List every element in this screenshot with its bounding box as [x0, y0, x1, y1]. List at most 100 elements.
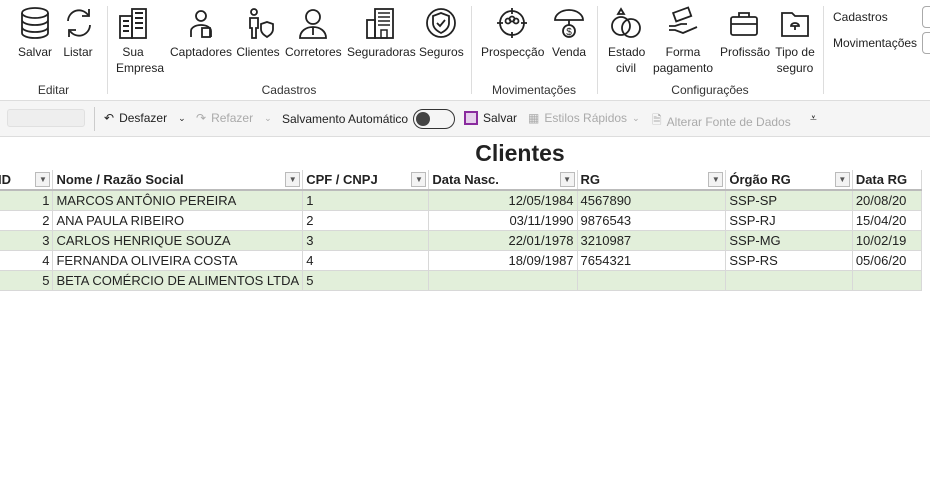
column-header[interactable]: CPF / CNPJ ▼: [302, 170, 430, 191]
column-header[interactable]: RG ▼: [577, 170, 727, 191]
ribbon-button-tipo-de-seguro[interactable]: Tipo de seguro: [775, 6, 815, 76]
filter-dropdown-icon[interactable]: ▼: [834, 172, 850, 187]
table-cell[interactable]: MARCOS ANTÔNIO PEREIRA: [52, 190, 304, 211]
filter-dropdown-icon[interactable]: ▼: [285, 172, 301, 187]
table-cell[interactable]: SSP-RJ: [725, 210, 853, 231]
name-box[interactable]: [7, 109, 85, 127]
ribbon-button-label: Seguradoras: [347, 45, 416, 59]
target-group-icon: [497, 8, 527, 38]
ribbon-button-forma-pagamento[interactable]: Forma pagamento: [652, 6, 714, 76]
table-cell[interactable]: SSP-MG: [725, 230, 853, 251]
table-row: 5 BETA COMÉRCIO DE ALIMENTOS LTDA 5: [0, 270, 923, 291]
ribbon-button-venda[interactable]: $ Venda: [552, 6, 586, 60]
table-cell[interactable]: [852, 270, 923, 291]
column-header[interactable]: Data RG: [852, 170, 923, 191]
autosave-toggle[interactable]: [413, 109, 456, 129]
table-cell[interactable]: 20/08/20: [852, 190, 923, 211]
table-cell[interactable]: SSP-SP: [725, 190, 853, 211]
table-cell[interactable]: 10/02/19: [852, 230, 923, 251]
table-cell[interactable]: FERNANDA OLIVEIRA COSTA: [52, 250, 304, 271]
table-cell[interactable]: 4: [0, 250, 54, 271]
ribbon-button-prospecção[interactable]: Prospecção: [481, 6, 544, 60]
table-cell[interactable]: 12/05/1984: [428, 190, 578, 211]
table-cell[interactable]: 03/11/1990: [428, 210, 578, 231]
ribbon-button-sua-empresa[interactable]: Sua Empresa: [116, 6, 164, 76]
ribbon-button-listar[interactable]: Listar: [62, 6, 94, 60]
table-cell[interactable]: [577, 270, 727, 291]
more-options-icon[interactable]: ⩡: [810, 111, 817, 126]
ribbon-button-label: Tipo de seguro: [775, 45, 815, 75]
table-row: 4 FERNANDA OLIVEIRA COSTA 4 18/09/1987 76543…: [0, 250, 923, 271]
table-cell[interactable]: 4567890: [577, 190, 727, 211]
office-building-icon: [366, 8, 394, 39]
table-cell[interactable]: 1: [302, 190, 430, 211]
table-cell[interactable]: 22/01/1978: [428, 230, 578, 251]
clients-table: ID▼Nome / Razão Social▼CPF / CNPJ▼Data N…: [0, 170, 923, 291]
table-cell[interactable]: 2: [0, 210, 54, 231]
table-cell[interactable]: 5: [0, 270, 54, 291]
table-cell[interactable]: [725, 270, 853, 291]
chevron-down-icon[interactable]: ⌄: [264, 113, 272, 124]
column-header[interactable]: Órgão RG ▼: [725, 170, 853, 191]
column-header-label: CPF / CNPJ: [306, 172, 378, 187]
quick-styles-button[interactable]: ▦ Estilos Rápidos ⌄: [528, 111, 640, 125]
column-header[interactable]: ID ▼: [0, 170, 54, 191]
table-cell[interactable]: [428, 270, 578, 291]
ribbon: Salvar Listar Sua Empresa Captadores Cliente…: [0, 0, 930, 101]
cadastros-dropdown[interactable]: [922, 6, 930, 28]
column-header-label: RG: [580, 172, 601, 187]
side-cadastros-label: Cadastros: [833, 10, 888, 24]
autosave: Salvamento Automático: [282, 109, 456, 129]
ribbon-button-profissão[interactable]: Profissão: [720, 6, 771, 60]
ribbon-button-salvar[interactable]: Salvar: [18, 6, 52, 60]
ribbon-button-label: Profissão: [720, 45, 771, 59]
column-header-label: Data RG: [855, 172, 908, 187]
filter-dropdown-icon[interactable]: ▼: [411, 172, 427, 187]
change-source-label: Alterar Fonte de Dados: [666, 114, 791, 129]
column-header[interactable]: Data Nasc. ▼: [428, 170, 578, 191]
table-cell[interactable]: SSP-RS: [725, 250, 853, 271]
ribbon-button-seguros[interactable]: Seguros: [419, 6, 464, 60]
save-icon: [464, 111, 478, 125]
filter-dropdown-icon[interactable]: ▼: [559, 172, 575, 187]
filter-dropdown-icon[interactable]: ▼: [708, 172, 724, 187]
chevron-down-icon: ⌄: [632, 112, 640, 123]
ribbon-button-captadores[interactable]: Captadores: [170, 6, 232, 60]
table-cell[interactable]: BETA COMÉRCIO DE ALIMENTOS LTDA: [52, 270, 304, 291]
table-cell[interactable]: ANA PAULA RIBEIRO: [52, 210, 304, 231]
broker-icon: [299, 9, 327, 39]
table-cell[interactable]: CARLOS HENRIQUE SOUZA: [52, 230, 304, 251]
table-row: 1 MARCOS ANTÔNIO PEREIRA 1 12/05/1984 456789…: [0, 190, 923, 211]
undo-label: Desfazer: [119, 111, 168, 125]
ribbon-button-seguradoras[interactable]: Seguradoras: [347, 6, 416, 60]
table-cell[interactable]: 1: [0, 190, 54, 211]
table-cell[interactable]: 3: [302, 230, 430, 251]
table-cell[interactable]: 18/09/1987: [428, 250, 578, 271]
table-cell[interactable]: 5: [302, 270, 430, 291]
chevron-down-icon[interactable]: ⌄: [178, 113, 186, 124]
undo-button[interactable]: ↶ Desfazer ⌄: [104, 111, 186, 125]
quick-styles-label: Estilos Rápidos: [544, 111, 628, 125]
table-cell[interactable]: 3: [0, 230, 54, 251]
table-cell[interactable]: 2: [302, 210, 430, 231]
table-cell[interactable]: 3210987: [577, 230, 727, 251]
redo-label: Refazer: [211, 111, 254, 125]
save-button[interactable]: Salvar: [464, 111, 517, 125]
document-icon: 🗎: [652, 113, 662, 127]
movimentacoes-dropdown[interactable]: [922, 32, 930, 54]
table-cell[interactable]: 05/06/20: [852, 250, 923, 271]
table-cell[interactable]: 15/04/20: [852, 210, 923, 231]
shield-check-icon: [426, 8, 456, 38]
divider: [823, 6, 824, 94]
ribbon-button-clientes[interactable]: Clientes: [236, 6, 280, 60]
redo-button[interactable]: ↷ Refazer ⌄: [196, 111, 272, 125]
ribbon-button-estado-civil[interactable]: Estado civil: [608, 6, 645, 76]
client-shield-icon: [249, 8, 274, 39]
table-cell[interactable]: 7654321: [577, 250, 727, 271]
table-cell[interactable]: 9876543: [577, 210, 727, 231]
column-header[interactable]: Nome / Razão Social ▼: [52, 170, 304, 191]
filter-dropdown-icon[interactable]: ▼: [35, 172, 51, 187]
table-cell[interactable]: 4: [302, 250, 430, 271]
ribbon-button-corretores[interactable]: Corretores: [285, 6, 342, 60]
change-source-button[interactable]: 🗎 Alterar Fonte de Dados: [652, 111, 791, 132]
